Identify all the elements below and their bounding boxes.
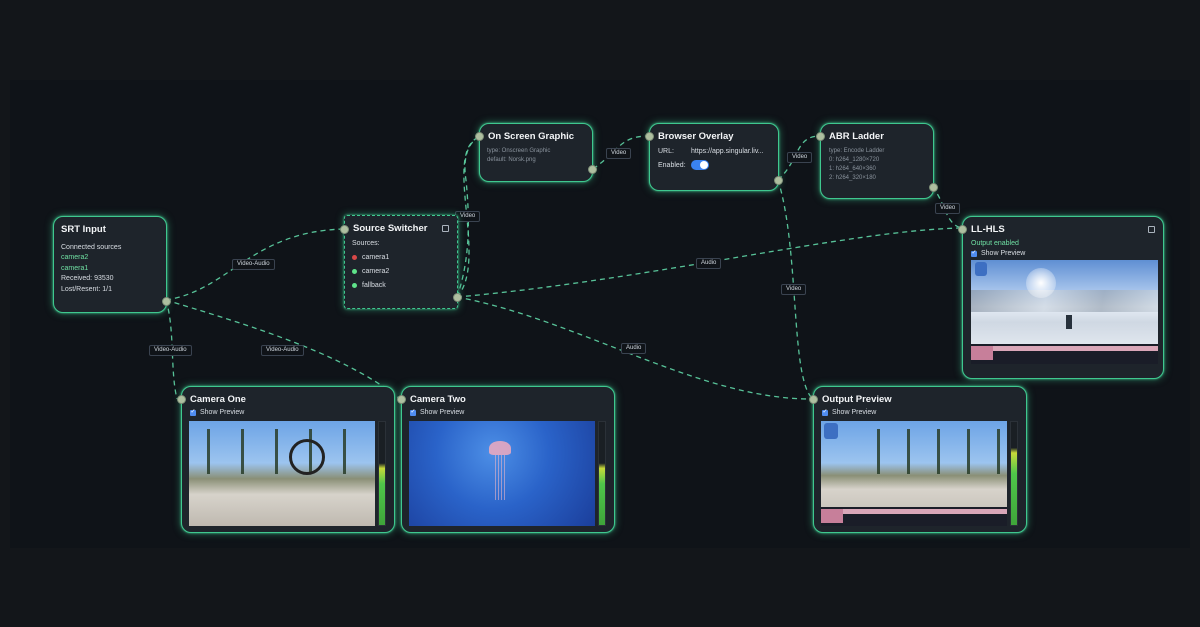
audio-meter xyxy=(378,421,386,526)
audio-meter xyxy=(598,421,606,526)
url-value: https://app.singular.liv... xyxy=(691,148,764,155)
node-title: SRT Input xyxy=(61,224,106,235)
ladder-rung: 2: h264_320×180 xyxy=(829,175,876,181)
ticker-bar xyxy=(821,509,1007,514)
output-port[interactable] xyxy=(453,293,462,302)
source-item-camera1[interactable]: camera1 xyxy=(362,254,389,261)
node-title: Browser Overlay xyxy=(658,131,734,142)
node-title: Output Preview xyxy=(822,394,892,405)
ladder-rung: 0: h264_1280×720 xyxy=(829,157,880,163)
source-item-camera2[interactable]: camera2 xyxy=(362,268,389,275)
type-label: type: Onscreen Graphic xyxy=(487,148,551,154)
jellyfish-tentacles xyxy=(495,455,505,500)
received-count: Received: 93530 xyxy=(61,275,114,282)
show-preview-checkbox[interactable] xyxy=(190,408,196,416)
sun xyxy=(1026,268,1056,298)
skier xyxy=(1066,315,1072,329)
source-item: camera2 xyxy=(61,254,89,261)
default-label: default: Norsk.png xyxy=(487,157,536,163)
type-label: type: Encode Ladder xyxy=(829,148,885,154)
show-preview-checkbox[interactable] xyxy=(822,408,828,416)
edge-label-browser-abr: Video xyxy=(787,152,813,163)
node-title: LL-HLS xyxy=(971,224,1005,235)
ll-hls-node[interactable]: LL-HLS Output enabled Show Preview xyxy=(958,216,1164,379)
edge-label-srt-cam1: Video-Audio xyxy=(149,345,192,356)
input-port[interactable] xyxy=(340,225,349,234)
show-preview-label: Show Preview xyxy=(200,409,245,416)
srt-input-node[interactable]: SRT Input Connected sources camera2 came… xyxy=(53,216,171,313)
logo-graphic xyxy=(975,262,987,276)
lost-resent-count: Lost/Resent: 1/1 xyxy=(61,286,112,293)
source-item: camera1 xyxy=(61,265,89,272)
ticker-badge xyxy=(821,509,843,523)
connected-sources-label: Connected sources xyxy=(61,244,122,251)
input-port[interactable] xyxy=(475,132,484,141)
show-preview-label: Show Preview xyxy=(981,250,1026,257)
input-port[interactable] xyxy=(809,395,818,404)
node-title: On Screen Graphic xyxy=(488,131,575,142)
status-dot-green xyxy=(352,269,357,274)
palm-trees xyxy=(861,429,1007,474)
edge-label-osg-browser: Video xyxy=(606,148,632,159)
input-port[interactable] xyxy=(816,132,825,141)
bmx-rider xyxy=(289,439,325,475)
output-port[interactable] xyxy=(162,297,171,306)
camera-one-node[interactable]: Camera One Show Preview xyxy=(177,386,395,533)
input-port[interactable] xyxy=(958,225,967,234)
abr-ladder-node[interactable]: ABR Ladder type: Encode Ladder 0: h264_1… xyxy=(816,123,938,199)
source-switcher-node[interactable]: Source Switcher Sources: camera1 camera2… xyxy=(340,215,462,309)
output-status: Output enabled xyxy=(971,240,1019,247)
camera-two-node[interactable]: Camera Two Show Preview xyxy=(397,386,615,533)
enabled-label: Enabled: xyxy=(658,162,686,169)
video-preview xyxy=(971,260,1158,364)
ticker-bar xyxy=(971,346,1158,351)
expand-icon[interactable] xyxy=(1148,226,1155,233)
output-port[interactable] xyxy=(588,165,597,174)
input-port[interactable] xyxy=(177,395,186,404)
source-item-fallback[interactable]: fallback xyxy=(362,282,386,289)
palm-trees xyxy=(189,429,375,474)
sources-label: Sources: xyxy=(352,240,380,247)
show-preview-checkbox[interactable] xyxy=(971,249,977,257)
ticker-overlay xyxy=(971,344,1158,364)
edge-label-switcher-output: Audio xyxy=(621,343,647,354)
video-preview xyxy=(821,421,1007,526)
input-port[interactable] xyxy=(645,132,654,141)
input-port[interactable] xyxy=(397,395,406,404)
show-preview-checkbox[interactable] xyxy=(410,408,416,416)
show-preview-label: Show Preview xyxy=(420,409,465,416)
ticker-overlay xyxy=(821,507,1007,526)
output-preview-node[interactable]: Output Preview Show Preview xyxy=(809,386,1027,533)
edge-label-srt-switcher: Video-Audio xyxy=(232,259,275,270)
on-screen-graphic-node[interactable]: On Screen Graphic type: Onscreen Graphic… xyxy=(475,123,597,182)
video-preview xyxy=(409,421,595,526)
status-dot-red xyxy=(352,255,357,260)
node-title: Source Switcher xyxy=(353,223,428,234)
video-preview xyxy=(189,421,375,526)
node-title: ABR Ladder xyxy=(829,131,884,142)
jellyfish xyxy=(489,441,511,455)
edge-label-switcher-hls: Audio xyxy=(696,258,722,269)
node-title: Camera One xyxy=(190,394,246,405)
output-port[interactable] xyxy=(774,176,783,185)
ticker-badge xyxy=(971,346,993,360)
edge-label-srt-cam2: Video-Audio xyxy=(261,345,304,356)
mountains xyxy=(971,290,1158,312)
ladder-rung: 1: h264_640×360 xyxy=(829,166,876,172)
node-title: Camera Two xyxy=(410,394,466,405)
browser-overlay-node[interactable]: Browser Overlay URL: https://app.singula… xyxy=(645,123,783,191)
edge-label-browser-output: Video xyxy=(781,284,807,295)
status-dot-green xyxy=(352,283,357,288)
edge-label-switcher-osg: Video xyxy=(455,211,481,222)
output-port[interactable] xyxy=(929,183,938,192)
logo-graphic xyxy=(824,423,838,439)
edge-label-abr-hls: Video xyxy=(935,203,961,214)
expand-icon[interactable] xyxy=(442,225,449,232)
audio-meter xyxy=(1010,421,1018,526)
enabled-toggle[interactable] xyxy=(691,160,709,170)
show-preview-label: Show Preview xyxy=(832,409,877,416)
url-label: URL: xyxy=(658,148,674,155)
